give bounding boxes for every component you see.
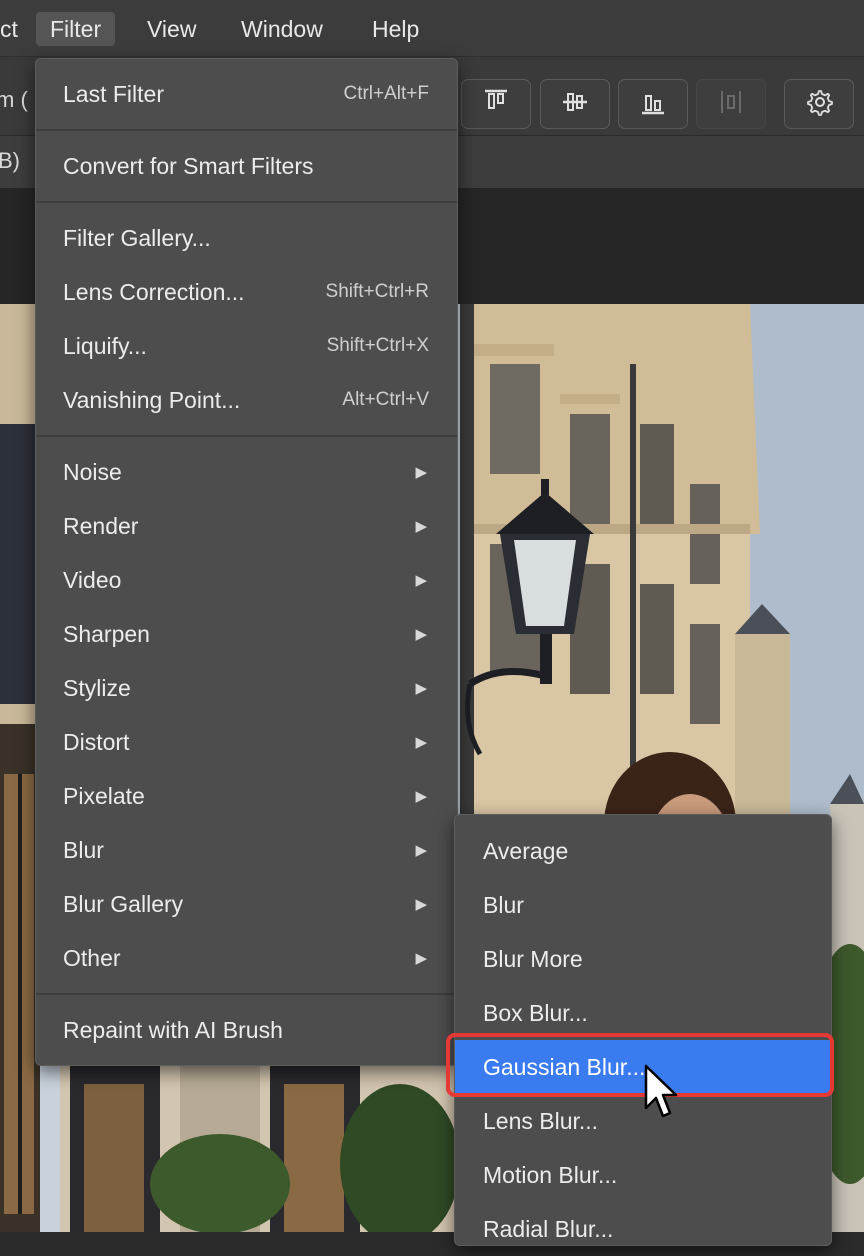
menu-item-label: Render xyxy=(63,512,139,539)
align-vcenter-button[interactable] xyxy=(540,79,610,129)
submenu-arrow-icon: ▶ xyxy=(415,518,427,535)
submenu-arrow-icon: ▶ xyxy=(415,950,427,967)
submenu-item-radial-blur[interactable]: Radial Blur... xyxy=(455,1202,831,1256)
submenu-item-box-blur[interactable]: Box Blur... xyxy=(455,986,831,1040)
distribute-icon xyxy=(716,87,746,122)
menu-item-shortcut: Alt+Ctrl+V xyxy=(342,389,429,410)
menu-item-vanishing-point[interactable]: Vanishing Point... Alt+Ctrl+V xyxy=(36,373,457,427)
submenu-item-blur[interactable]: Blur xyxy=(455,878,831,932)
menu-item-render[interactable]: Render ▶ xyxy=(36,499,457,553)
submenu-arrow-icon: ▶ xyxy=(415,734,427,751)
menu-item-label: Blur More xyxy=(483,945,583,972)
menu-item-noise[interactable]: Noise ▶ xyxy=(36,445,457,499)
menu-item-video[interactable]: Video ▶ xyxy=(36,553,457,607)
menu-item-label: Lens Correction... xyxy=(63,278,245,305)
menu-item-label: Repaint with AI Brush xyxy=(63,1016,283,1043)
menu-item-filter-gallery[interactable]: Filter Gallery... xyxy=(36,211,457,265)
menu-item-label: Average xyxy=(483,837,569,864)
menu-item-distort[interactable]: Distort ▶ xyxy=(36,715,457,769)
options-left-text: m ( xyxy=(0,87,28,112)
menu-item-label: Pixelate xyxy=(63,782,145,809)
menu-item-lens-correction[interactable]: Lens Correction... Shift+Ctrl+R xyxy=(36,265,457,319)
menu-item-label: Blur Gallery xyxy=(63,890,184,917)
submenu-arrow-icon: ▶ xyxy=(415,680,427,697)
menu-item-shortcut: Shift+Ctrl+R xyxy=(325,281,429,302)
menu-help[interactable]: Help xyxy=(358,12,433,46)
menu-item-other[interactable]: Other ▶ xyxy=(36,931,457,985)
menu-item-label: Liquify... xyxy=(63,332,147,359)
menu-item-label: Box Blur... xyxy=(483,999,588,1026)
menu-bar: ct Filter View Window Help xyxy=(0,0,864,57)
menu-window[interactable]: Window xyxy=(227,12,337,46)
menu-filter[interactable]: Filter xyxy=(36,12,116,46)
menu-item-stylize[interactable]: Stylize ▶ xyxy=(36,661,457,715)
align-bottom-button[interactable] xyxy=(618,79,688,129)
menu-item-label: Lens Blur... xyxy=(483,1107,599,1134)
distribute-button[interactable] xyxy=(696,79,766,129)
menu-item-label: Noise xyxy=(63,458,122,485)
align-vertical-center-icon xyxy=(560,87,590,122)
menu-item-label: Radial Blur... xyxy=(483,1215,614,1242)
menu-separator xyxy=(36,993,457,995)
gear-icon xyxy=(803,86,835,123)
blur-submenu: Average Blur Blur More Box Blur... Gauss… xyxy=(454,814,832,1246)
submenu-arrow-icon: ▶ xyxy=(415,788,427,805)
align-top-button[interactable] xyxy=(461,79,531,129)
menu-item-label: Other xyxy=(63,944,121,971)
menu-item-label: Sharpen xyxy=(63,620,150,647)
submenu-item-average[interactable]: Average xyxy=(455,824,831,878)
document-tab-title[interactable]: B) xyxy=(0,148,20,174)
menu-item-shortcut: Shift+Ctrl+X xyxy=(326,335,429,356)
submenu-item-motion-blur[interactable]: Motion Blur... xyxy=(455,1148,831,1202)
submenu-arrow-icon: ▶ xyxy=(415,464,427,481)
menu-item-label: Filter Gallery... xyxy=(63,224,211,251)
highlight-ring xyxy=(446,1033,834,1097)
menu-item-label: Convert for Smart Filters xyxy=(63,152,314,179)
menu-item-pixelate[interactable]: Pixelate ▶ xyxy=(36,769,457,823)
menu-item-repaint-ai-brush[interactable]: Repaint with AI Brush xyxy=(36,1003,457,1057)
menu-item-shortcut: Ctrl+Alt+F xyxy=(343,83,429,104)
menu-item-label: Vanishing Point... xyxy=(63,386,241,413)
menu-item-label: Blur xyxy=(483,891,524,918)
menu-item-label: Blur xyxy=(63,836,104,863)
menu-view[interactable]: View xyxy=(133,12,210,46)
submenu-arrow-icon: ▶ xyxy=(415,842,427,859)
menu-item-blur[interactable]: Blur ▶ xyxy=(36,823,457,877)
settings-button[interactable] xyxy=(784,79,854,129)
menu-separator xyxy=(36,129,457,131)
menu-select[interactable]: ct xyxy=(0,12,32,46)
menu-separator xyxy=(36,435,457,437)
menu-item-label: Motion Blur... xyxy=(483,1161,618,1188)
align-top-icon xyxy=(481,87,511,122)
filter-menu: Last Filter Ctrl+Alt+F Convert for Smart… xyxy=(35,58,458,1066)
submenu-item-lens-blur[interactable]: Lens Blur... xyxy=(455,1094,831,1148)
menu-item-blur-gallery[interactable]: Blur Gallery ▶ xyxy=(36,877,457,931)
align-bottom-icon xyxy=(638,87,668,122)
menu-item-last-filter[interactable]: Last Filter Ctrl+Alt+F xyxy=(36,67,457,121)
menu-item-label: Last Filter xyxy=(63,80,164,107)
menu-item-label: Distort xyxy=(63,728,130,755)
menu-item-label: Video xyxy=(63,566,122,593)
menu-separator xyxy=(36,201,457,203)
menu-item-convert-smart-filters[interactable]: Convert for Smart Filters xyxy=(36,139,457,193)
menu-item-liquify[interactable]: Liquify... Shift+Ctrl+X xyxy=(36,319,457,373)
submenu-arrow-icon: ▶ xyxy=(415,572,427,589)
submenu-arrow-icon: ▶ xyxy=(415,896,427,913)
submenu-item-blur-more[interactable]: Blur More xyxy=(455,932,831,986)
mouse-cursor-icon xyxy=(644,1064,678,1129)
menu-item-label: Stylize xyxy=(63,674,131,701)
menu-item-sharpen[interactable]: Sharpen ▶ xyxy=(36,607,457,661)
submenu-arrow-icon: ▶ xyxy=(415,626,427,643)
